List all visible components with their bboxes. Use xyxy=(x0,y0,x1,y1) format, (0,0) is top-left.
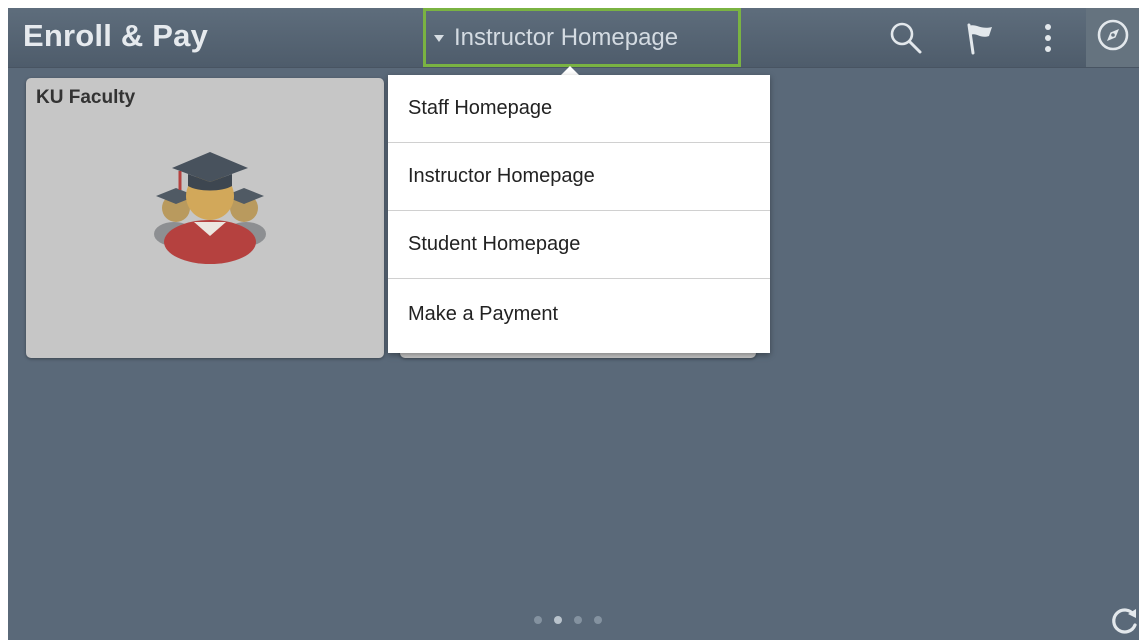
compass-icon xyxy=(1096,18,1130,57)
menu-item-student-homepage[interactable]: Student Homepage xyxy=(388,211,770,279)
caret-down-icon xyxy=(434,35,444,42)
menu-item-staff-homepage[interactable]: Staff Homepage xyxy=(388,75,770,143)
menu-item-instructor-homepage[interactable]: Instructor Homepage xyxy=(388,143,770,211)
page-dot-4[interactable] xyxy=(594,616,602,624)
page-dot-3[interactable] xyxy=(574,616,582,624)
homepage-dropdown-menu: Staff Homepage Instructor Homepage Stude… xyxy=(388,75,770,353)
search-icon[interactable] xyxy=(888,20,924,56)
more-vertical-icon[interactable] xyxy=(1030,20,1066,56)
homepage-selector-label: Instructor Homepage xyxy=(454,23,679,51)
tile-title: KU Faculty xyxy=(36,87,136,108)
dropdown-pointer xyxy=(561,66,579,75)
page-dot-1[interactable] xyxy=(534,616,542,624)
faculty-graduates-icon xyxy=(146,146,266,271)
flag-icon[interactable] xyxy=(961,20,997,56)
tile-ku-faculty[interactable]: KU Faculty xyxy=(26,78,384,358)
refresh-icon[interactable] xyxy=(1110,606,1139,640)
app-title: Enroll & Pay xyxy=(23,18,209,53)
homepage-selector[interactable]: Instructor Homepage xyxy=(423,8,741,67)
header-bar: Enroll & Pay Instructor Homepage xyxy=(8,8,1139,68)
app-window: Enroll & Pay Instructor Homepage KU Facu… xyxy=(8,8,1139,640)
navigator-button[interactable] xyxy=(1086,8,1139,67)
page-dot-2-active[interactable] xyxy=(554,616,562,624)
menu-item-make-a-payment[interactable]: Make a Payment xyxy=(388,279,770,349)
page-indicator xyxy=(534,616,602,624)
